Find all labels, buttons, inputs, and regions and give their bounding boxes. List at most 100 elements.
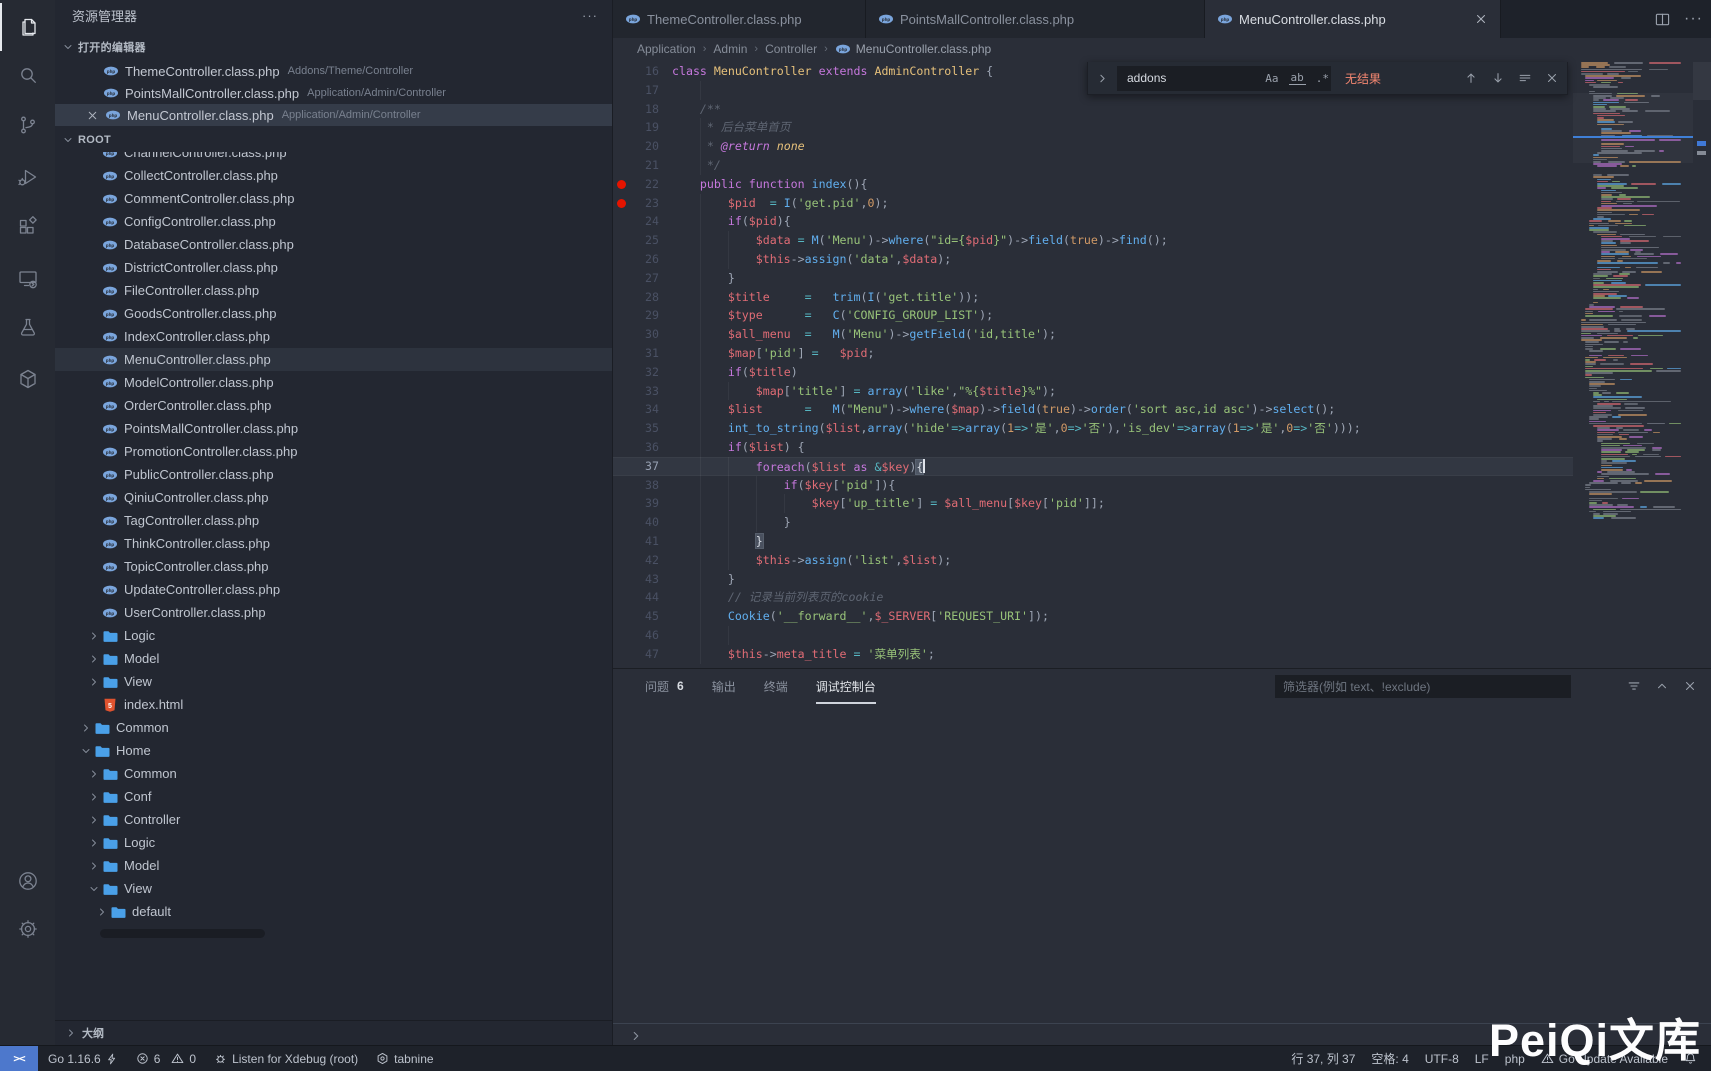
open-editors-header[interactable]: 打开的编辑器 (55, 36, 612, 58)
tree-item-collectcontroller-class-php[interactable]: phpCollectController.class.php (55, 164, 612, 187)
code-line[interactable]: 33 $map['title'] = array('like',"%{$titl… (613, 382, 1573, 401)
code-line[interactable]: 34 $list = M("Menu")->where($map)->field… (613, 400, 1573, 419)
tree-item-view[interactable]: View (55, 670, 612, 693)
match-case-icon[interactable]: Aa (1263, 72, 1280, 85)
code-line[interactable]: 38 if($key['pid']){ (613, 476, 1573, 495)
activity-extensions-icon[interactable] (0, 203, 55, 251)
panel-tab-问题[interactable]: 问题6 (645, 678, 684, 695)
status-item--37-37[interactable]: 行 37, 列 37 (1291, 1050, 1355, 1067)
tree-item-common[interactable]: Common (55, 762, 612, 785)
breakpoint-icon[interactable] (617, 199, 626, 208)
code-line[interactable]: 24 if($pid){ (613, 212, 1573, 231)
panel-tab-调试控制台[interactable]: 调试控制台 (816, 678, 876, 695)
tree-item-promotioncontroller-class-php[interactable]: phpPromotionController.class.php (55, 440, 612, 463)
tree-item-ordercontroller-class-php[interactable]: phpOrderController.class.php (55, 394, 612, 417)
activity-package-icon[interactable] (0, 355, 55, 403)
open-editor-item[interactable]: phpPointsMallController.class.phpApplica… (55, 82, 612, 104)
tree-item-view[interactable]: View (55, 877, 612, 900)
code-line[interactable]: 43 } (613, 570, 1573, 589)
breakpoint-icon[interactable] (617, 180, 626, 189)
status-item-6[interactable]: 60 (136, 1052, 196, 1066)
find-in-selection-icon[interactable] (1518, 71, 1532, 85)
code-line[interactable]: 22 public function index(){ (613, 175, 1573, 194)
tree-item-pointsmallcontroller-class-php[interactable]: phpPointsMallController.class.php (55, 417, 612, 440)
tree-item-controller[interactable]: Controller (55, 808, 612, 831)
panel-tab-终端[interactable]: 终端 (764, 678, 788, 695)
status-item-listen-for-xdebug-root-[interactable]: Listen for Xdebug (root) (214, 1052, 358, 1066)
breadcrumb-file[interactable]: phpMenuController.class.php (835, 41, 991, 57)
code-line[interactable]: 29 $type = C('CONFIG_GROUP_LIST'); (613, 306, 1573, 325)
code-line[interactable]: 39 $key['up_title'] = $all_menu[$key['pi… (613, 494, 1573, 513)
tree-item-updatecontroller-class-php[interactable]: phpUpdateController.class.php (55, 578, 612, 601)
activity-account-icon[interactable] (0, 857, 55, 905)
code-line[interactable]: 41 } (613, 532, 1573, 551)
tree-item-model[interactable]: Model (55, 854, 612, 877)
open-editor-item[interactable]: phpMenuController.class.phpApplication/A… (55, 104, 612, 126)
code-line[interactable]: 18 /** (613, 100, 1573, 119)
maximize-panel-icon[interactable] (1655, 679, 1669, 693)
tree-item-configcontroller-class-php[interactable]: phpConfigController.class.php (55, 210, 612, 233)
breadcrumb-item[interactable]: Controller (765, 42, 817, 56)
close-tab-icon[interactable] (1474, 12, 1488, 26)
whole-word-icon[interactable]: ab (1289, 71, 1306, 85)
regex-icon[interactable]: .* (1314, 72, 1331, 85)
tree-item-usercontroller-class-php[interactable]: phpUserController.class.php (55, 601, 612, 624)
status-item--4[interactable]: 空格: 4 (1371, 1050, 1408, 1067)
tree-item-logic[interactable]: Logic (55, 831, 612, 854)
activity-run-debug-icon[interactable] (0, 153, 55, 201)
code-line[interactable]: 36 if($list) { (613, 438, 1573, 457)
overview-ruler[interactable] (1693, 60, 1711, 668)
code-line[interactable]: 40 } (613, 513, 1573, 532)
code-line[interactable]: 21 */ (613, 156, 1573, 175)
root-section-header[interactable]: ROOT (55, 128, 612, 152)
tree-item-menucontroller-class-php[interactable]: phpMenuController.class.php (55, 348, 612, 371)
tree-item-default[interactable]: default (55, 900, 612, 923)
code-line[interactable]: 19 * 后台菜单首页 (613, 118, 1573, 137)
breadcrumb-item[interactable]: Application (637, 42, 696, 56)
filter-icon[interactable] (1627, 679, 1641, 693)
tree-item-tagcontroller-class-php[interactable]: phpTagController.class.php (55, 509, 612, 532)
tree-item-common[interactable]: Common (55, 716, 612, 739)
tree-item-index-html[interactable]: 5index.html (55, 693, 612, 716)
code-line[interactable]: 25 $data = M('Menu')->where("id={$pid}")… (613, 231, 1573, 250)
activity-remote-explorer-icon[interactable] (0, 255, 55, 303)
tree-item-goodscontroller-class-php[interactable]: phpGoodsController.class.php (55, 302, 612, 325)
explorer-more-icon[interactable]: ··· (582, 8, 598, 23)
tree-item-filecontroller-class-php[interactable]: phpFileController.class.php (55, 279, 612, 302)
code-line[interactable]: 42 $this->assign('list',$list); (613, 551, 1573, 570)
split-editor-icon[interactable] (1655, 12, 1670, 27)
code-line[interactable]: 44 // 记录当前列表页的cookie (613, 588, 1573, 607)
code-line[interactable]: 28 $title = trim(I('get.title')); (613, 288, 1573, 307)
minimap[interactable] (1573, 60, 1693, 668)
tree-item-qiniucontroller-class-php[interactable]: phpQiniuController.class.php (55, 486, 612, 509)
tree-item-modelcontroller-class-php[interactable]: phpModelController.class.php (55, 371, 612, 394)
editor-more-icon[interactable]: ··· (1684, 10, 1703, 28)
code-line[interactable]: 46 (613, 626, 1573, 645)
panel-filter-input[interactable] (1275, 680, 1571, 694)
status-item-utf-8[interactable]: UTF-8 (1425, 1052, 1459, 1066)
code-line[interactable]: 26 $this->assign('data',$data); (613, 250, 1573, 269)
activity-search-icon[interactable] (0, 51, 55, 99)
code-line[interactable]: 35 int_to_string($list,array('hide'=>arr… (613, 419, 1573, 438)
tree-item-topiccontroller-class-php[interactable]: phpTopicController.class.php (55, 555, 612, 578)
close-panel-icon[interactable] (1683, 679, 1697, 693)
code-line[interactable]: 31 $map['pid'] = $pid; (613, 344, 1573, 363)
tree-item-home[interactable]: Home (55, 739, 612, 762)
panel-tab-输出[interactable]: 输出 (712, 678, 736, 695)
tree-item-publiccontroller-class-php[interactable]: phpPublicController.class.php (55, 463, 612, 486)
status-item-lf[interactable]: LF (1475, 1052, 1489, 1066)
breadcrumb-item[interactable]: Admin (713, 42, 747, 56)
activity-testing-icon[interactable] (0, 303, 55, 351)
tree-item-model[interactable]: Model (55, 647, 612, 670)
code-line[interactable]: 30 $all_menu = M('Menu')->getField('id,t… (613, 325, 1573, 344)
close-find-icon[interactable] (1545, 71, 1559, 85)
previous-match-icon[interactable] (1464, 71, 1478, 85)
activity-source-control-icon[interactable] (0, 101, 55, 149)
tree-item-conf[interactable]: Conf (55, 785, 612, 808)
tab-menucontroller-class-php[interactable]: phpMenuController.class.php (1205, 0, 1501, 38)
code-line[interactable]: 45 Cookie('__forward__',$_SERVER['REQUES… (613, 607, 1573, 626)
code-line[interactable]: 20 * @return none (613, 137, 1573, 156)
outline-section[interactable]: 大纲 (55, 1020, 612, 1045)
activity-explorer-icon[interactable] (0, 3, 55, 51)
code-line[interactable]: 37 foreach($list as &$key){ (613, 457, 1573, 476)
